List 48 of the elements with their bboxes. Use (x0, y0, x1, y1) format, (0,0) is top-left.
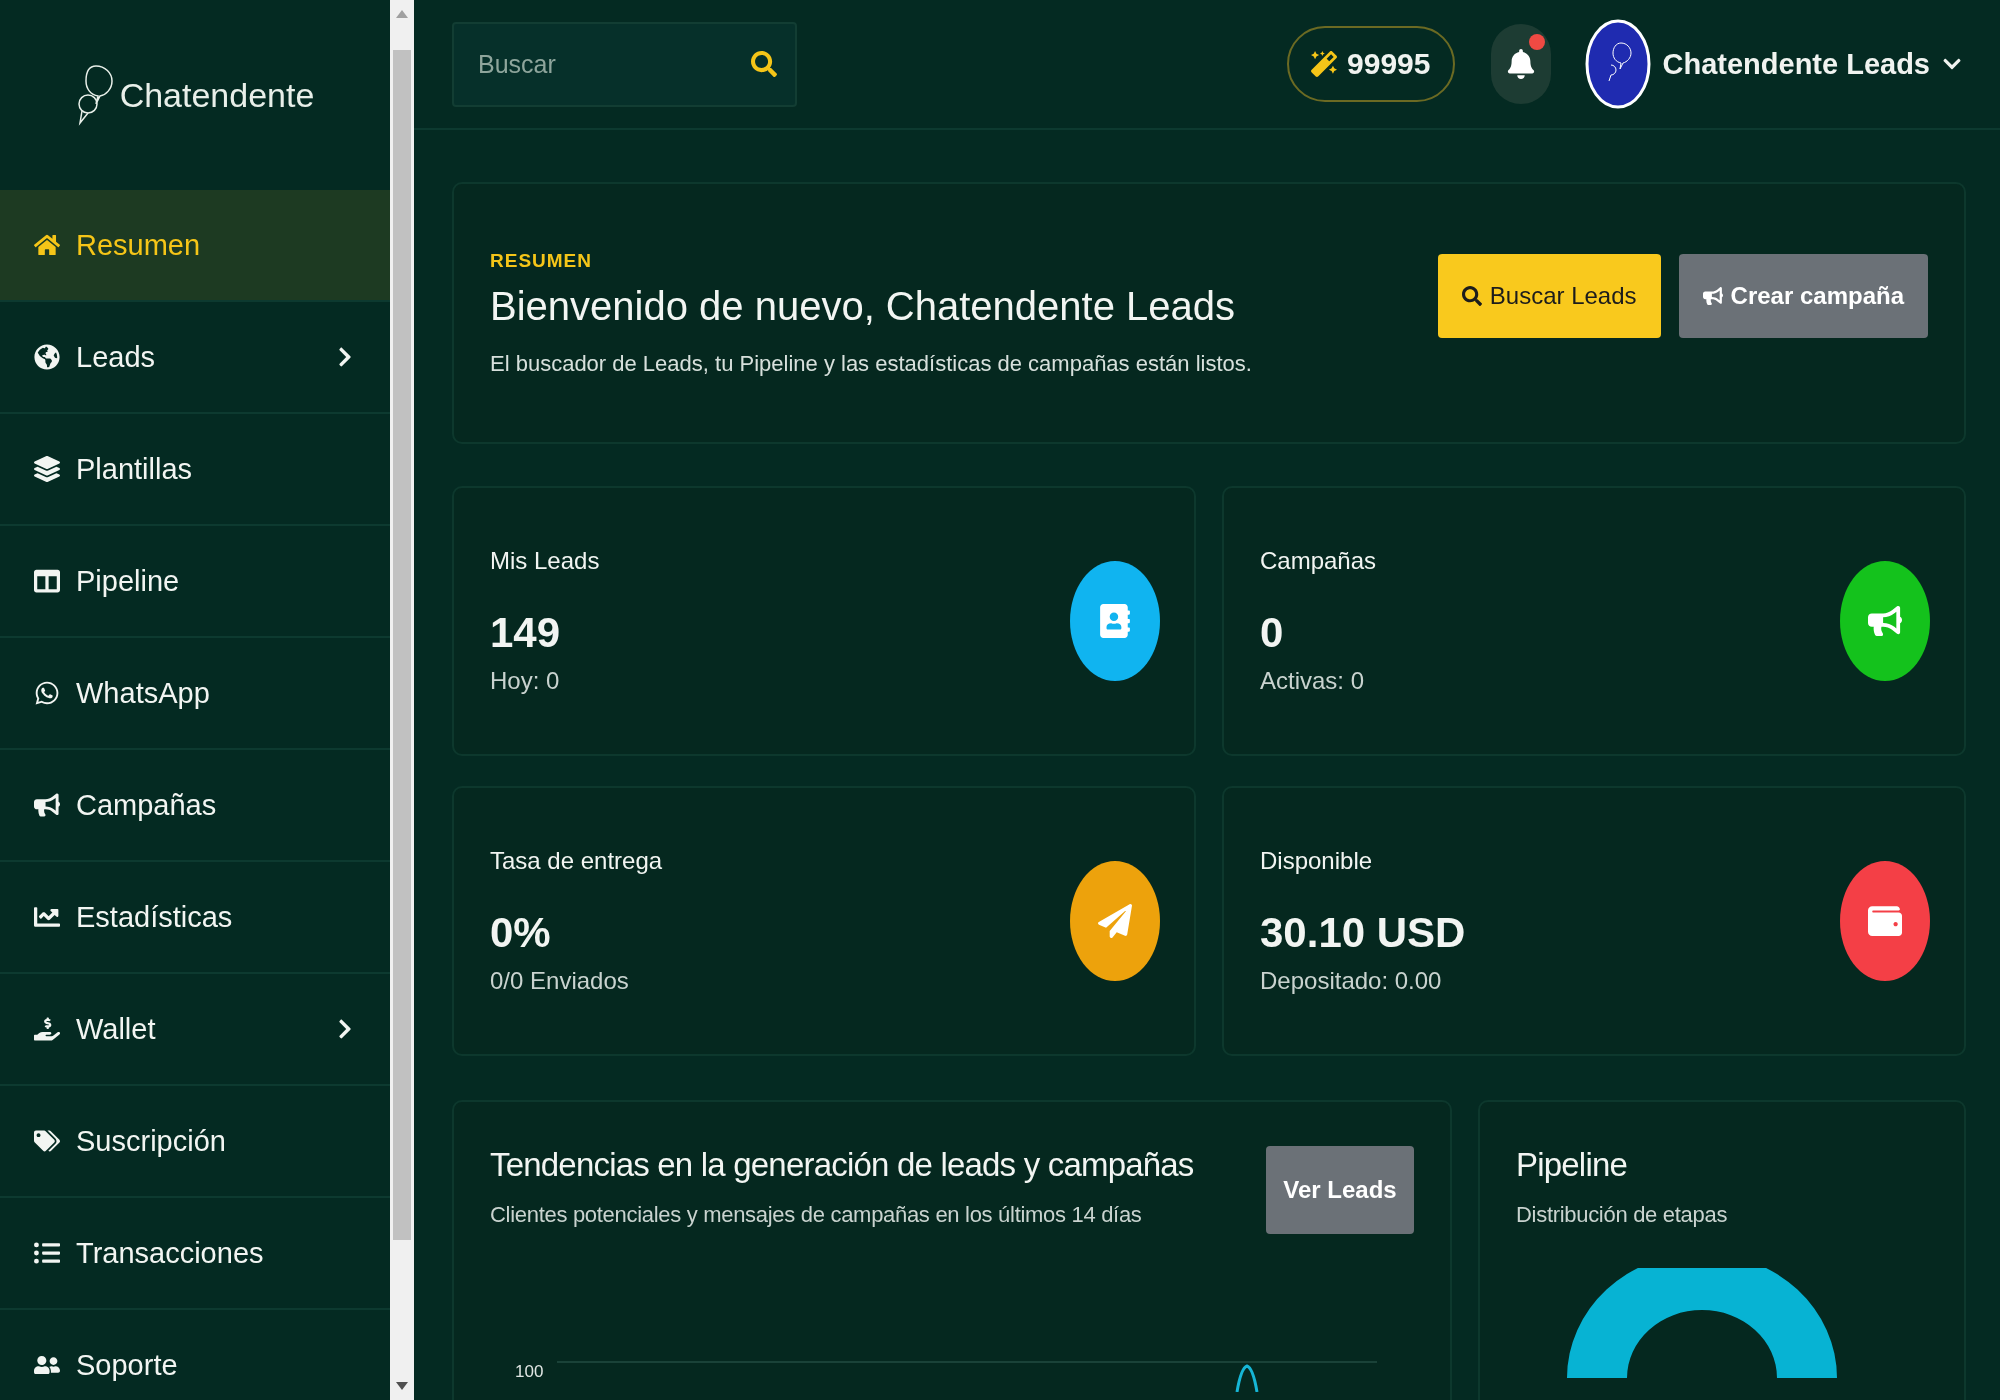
user-menu[interactable]: Chatendente Leads (1584, 19, 1962, 109)
credits-badge[interactable]: 99995 (1287, 26, 1455, 102)
welcome-text: El buscador de Leads, tu Pipeline y las estadísticas de campañas están listos. (490, 350, 1253, 377)
search-icon (1461, 286, 1482, 306)
search-icon[interactable] (751, 50, 777, 77)
logo-text: Chatendente (119, 75, 315, 115)
wallet-icon (1868, 904, 1902, 938)
contact-book-icon (1098, 604, 1132, 638)
card-subtitle: Clientes potenciales y mensajes de campañas en los últimos 14 días (490, 1202, 1143, 1228)
stat-label: Mis Leads (490, 547, 601, 575)
megaphone-icon (1702, 286, 1723, 306)
stat-detail: Depositado: 0.00 (1260, 967, 1443, 995)
paper-plane-icon (1098, 904, 1132, 938)
card-title: Pipeline (1516, 1146, 1629, 1184)
stat-value: 30.10 USD (1260, 909, 1467, 957)
list-icon (34, 1240, 60, 1266)
layers-icon (34, 456, 60, 482)
create-campaign-button[interactable]: Crear campaña (1678, 254, 1928, 338)
search-leads-button[interactable]: Buscar Leads (1437, 254, 1661, 338)
search-field[interactable]: Buscar (452, 21, 797, 107)
card-title: Tendencias en la generación de leads y campañas (490, 1146, 1194, 1184)
sidebar-item[interactable]: Resumen (0, 190, 390, 302)
scrollbar[interactable] (390, 0, 414, 1400)
stat-value: 149 (490, 609, 562, 657)
welcome-title: Bienvenido de nuevo, Chatendente Leads (490, 283, 1237, 329)
magic-wand-icon (1311, 51, 1338, 77)
stat-detail: Activas: 0 (1260, 667, 1366, 695)
card-subtitle: Distribución de etapas (1516, 1202, 1729, 1228)
chat-icon (34, 680, 60, 706)
globe-icon (34, 344, 60, 370)
view-leads-button[interactable]: Ver Leads (1266, 1146, 1414, 1234)
stat-detail: 0/0 Enviados (490, 967, 630, 995)
megaphone-icon (34, 792, 60, 818)
tag-icon (34, 1128, 60, 1154)
stat-value: 0% (490, 909, 552, 957)
stat-value: 0 (1260, 609, 1285, 657)
megaphone-icon (1868, 604, 1902, 638)
stat-label: Tasa de entrega (490, 847, 664, 875)
home-icon (34, 232, 60, 258)
hand-coin-icon (34, 1016, 60, 1042)
line-chart-icon (34, 904, 60, 930)
axis-tick-label: 100 (515, 1362, 544, 1382)
stat-detail: Hoy: 0 (490, 667, 561, 695)
columns-icon (34, 568, 60, 594)
stat-label: Disponible (1260, 847, 1374, 875)
bell-icon (1505, 49, 1536, 79)
stat-label: Campañas (1260, 547, 1378, 575)
section-label: RESUMEN (490, 249, 593, 272)
